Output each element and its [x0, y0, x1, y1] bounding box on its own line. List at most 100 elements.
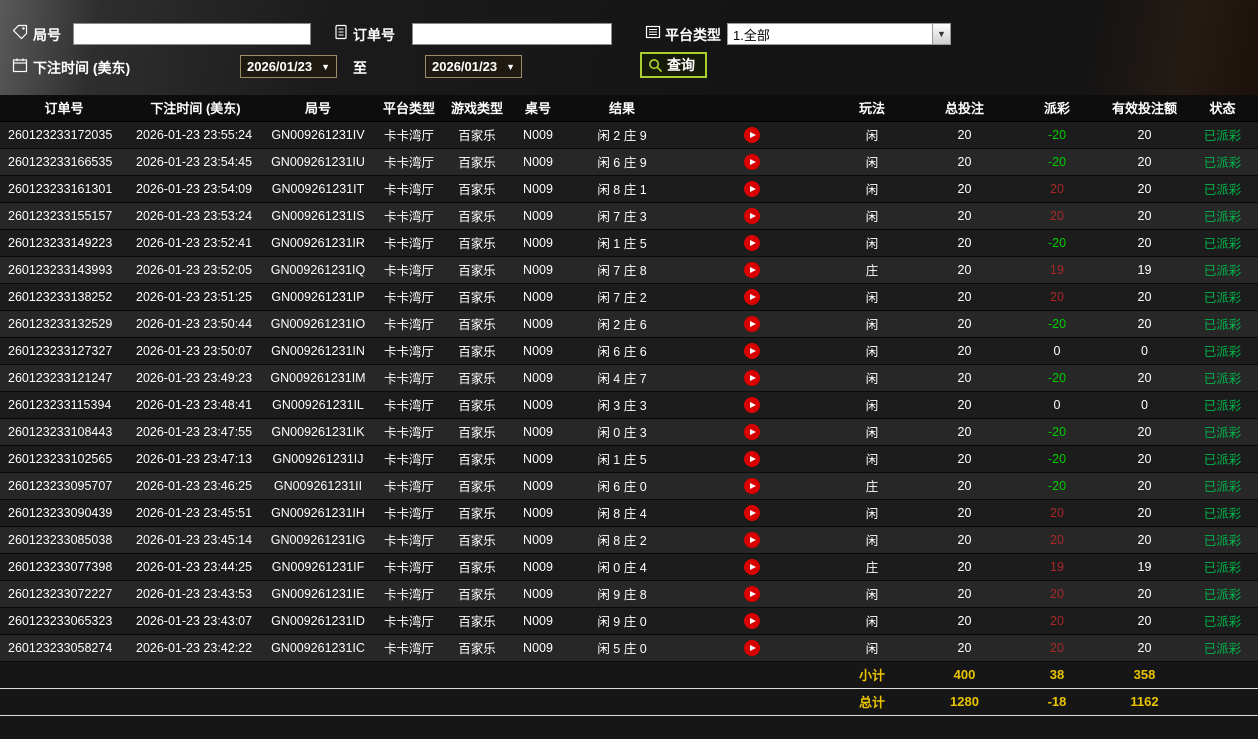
date-from-picker[interactable]: 2026/01/23 ▼	[240, 55, 337, 78]
chevron-down-icon: ▼	[321, 61, 330, 72]
cell-bet-time: 2026-01-23 23:55:24	[128, 121, 263, 149]
cell-order-no: 260123233108443	[0, 418, 128, 446]
cell-replay	[677, 499, 827, 527]
cell-bet-time: 2026-01-23 23:44:25	[128, 553, 263, 581]
cell-table-no: N009	[509, 283, 567, 311]
replay-button[interactable]	[744, 450, 760, 467]
cell-total-bet: 20	[917, 634, 1012, 662]
cell-game-type: 百家乐	[445, 337, 509, 365]
table-row: 260123233149223 2026-01-23 23:52:41 GN0092…	[0, 229, 1258, 257]
replay-button[interactable]	[744, 126, 760, 143]
cell-payout: 20	[1012, 634, 1102, 662]
cell-total-bet: 20	[917, 310, 1012, 338]
replay-button[interactable]	[744, 504, 760, 521]
cell-payout: -20	[1012, 472, 1102, 500]
cell-play-type: 闲	[827, 175, 917, 203]
cell-platform: 卡卡湾厅	[373, 634, 445, 662]
cell-payout: -20	[1012, 148, 1102, 176]
replay-button[interactable]	[744, 531, 760, 548]
replay-button[interactable]	[744, 315, 760, 332]
cell-round-no: GN009261231ID	[263, 607, 373, 635]
cell-game-type: 百家乐	[445, 499, 509, 527]
cell-platform: 卡卡湾厅	[373, 202, 445, 230]
replay-button[interactable]	[744, 180, 760, 197]
column-header-9: 总投注	[917, 95, 1012, 122]
cell-replay	[677, 634, 827, 662]
cell-play-type: 闲	[827, 337, 917, 365]
cell-round-no: GN009261231IG	[263, 526, 373, 554]
bet-time-label: 下注时间 (美东)	[33, 60, 131, 76]
cell-order-no: 260123233058274	[0, 634, 128, 662]
cell-result: 闲 0 庄 3	[567, 418, 677, 446]
cell-bet-time: 2026-01-23 23:52:05	[128, 256, 263, 284]
replay-button[interactable]	[744, 288, 760, 305]
cell-game-type: 百家乐	[445, 445, 509, 473]
replay-button[interactable]	[744, 396, 760, 413]
cell-valid-bet: 20	[1102, 418, 1187, 446]
date-to-picker[interactable]: 2026/01/23 ▼	[425, 55, 522, 78]
cell-status: 已派彩	[1187, 472, 1258, 500]
cell-table-no: N009	[509, 553, 567, 581]
column-header-8: 玩法	[827, 95, 917, 122]
total-status-spacer	[1187, 687, 1258, 716]
replay-button[interactable]	[744, 369, 760, 386]
cell-payout: 20	[1012, 175, 1102, 203]
cell-play-type: 庄	[827, 553, 917, 581]
cell-bet-time: 2026-01-23 23:49:23	[128, 364, 263, 392]
cell-result: 闲 5 庄 0	[567, 634, 677, 662]
cell-result: 闲 7 庄 2	[567, 283, 677, 311]
replay-button[interactable]	[744, 477, 760, 494]
cell-platform: 卡卡湾厅	[373, 418, 445, 446]
calendar-icon	[12, 58, 28, 73]
date-to-value: 2026/01/23	[432, 59, 498, 74]
replay-button[interactable]	[744, 207, 760, 224]
cell-total-bet: 20	[917, 283, 1012, 311]
subtotal-status-spacer	[1187, 660, 1258, 688]
cell-result: 闲 7 庄 8	[567, 256, 677, 284]
cell-status: 已派彩	[1187, 202, 1258, 230]
replay-button[interactable]	[744, 342, 760, 359]
cell-game-type: 百家乐	[445, 472, 509, 500]
replay-button[interactable]	[744, 423, 760, 440]
column-header-12: 状态	[1187, 95, 1258, 122]
search-icon	[649, 58, 663, 72]
cell-play-type: 闲	[827, 526, 917, 554]
cell-game-type: 百家乐	[445, 256, 509, 284]
round-no-input[interactable]	[73, 23, 311, 45]
cell-status: 已派彩	[1187, 175, 1258, 203]
cell-replay	[677, 580, 827, 608]
replay-button[interactable]	[744, 234, 760, 251]
cell-game-type: 百家乐	[445, 202, 509, 230]
cell-play-type: 闲	[827, 148, 917, 176]
cell-status: 已派彩	[1187, 634, 1258, 662]
cell-table-no: N009	[509, 472, 567, 500]
cell-bet-time: 2026-01-23 23:43:07	[128, 607, 263, 635]
table-row: 260123233138252 2026-01-23 23:51:25 GN0092…	[0, 283, 1258, 311]
replay-button[interactable]	[744, 585, 760, 602]
cell-valid-bet: 0	[1102, 337, 1187, 365]
cell-payout: 20	[1012, 580, 1102, 608]
cell-total-bet: 20	[917, 148, 1012, 176]
total-total-bet: 1280	[917, 687, 1012, 716]
replay-button[interactable]	[744, 261, 760, 278]
replay-button[interactable]	[744, 639, 760, 656]
replay-button[interactable]	[744, 153, 760, 170]
cell-replay	[677, 121, 827, 149]
table-row: 260123233077398 2026-01-23 23:44:25 GN0092…	[0, 553, 1258, 581]
query-button[interactable]: 查询	[640, 52, 707, 78]
cell-play-type: 闲	[827, 580, 917, 608]
cell-replay	[677, 607, 827, 635]
cell-platform: 卡卡湾厅	[373, 148, 445, 176]
table-row: 260123233155157 2026-01-23 23:53:24 GN0092…	[0, 202, 1258, 230]
cell-valid-bet: 20	[1102, 310, 1187, 338]
replay-button[interactable]	[744, 558, 760, 575]
cell-table-no: N009	[509, 364, 567, 392]
cell-status: 已派彩	[1187, 499, 1258, 527]
cell-order-no: 260123233065323	[0, 607, 128, 635]
cell-game-type: 百家乐	[445, 580, 509, 608]
order-no-input[interactable]	[412, 23, 612, 45]
cell-result: 闲 9 庄 8	[567, 580, 677, 608]
cell-play-type: 闲	[827, 499, 917, 527]
replay-button[interactable]	[744, 612, 760, 629]
platform-type-select[interactable]: 1.全部 ▼	[727, 23, 951, 45]
